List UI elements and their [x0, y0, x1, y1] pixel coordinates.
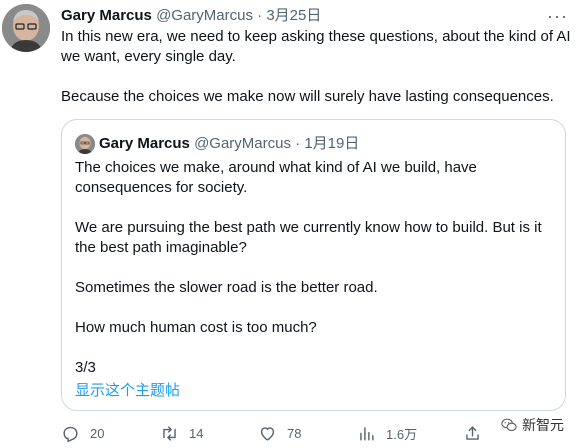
quoted-paragraph: Sometimes the slower road is the better … — [75, 279, 378, 296]
quoted-avatar — [75, 134, 95, 154]
watermark: 新智元 — [500, 415, 564, 435]
share-button[interactable] — [463, 424, 492, 443]
wechat-logo-icon — [501, 418, 517, 432]
quoted-tweet[interactable]: Gary Marcus @GaryMarcus · 1月19日 The choi… — [61, 119, 566, 411]
quoted-author-handle: @GaryMarcus — [194, 135, 291, 152]
more-options-icon[interactable]: ··· — [547, 6, 568, 27]
views-button[interactable]: 1.6万 — [357, 424, 417, 443]
author-name[interactable]: Gary Marcus — [61, 7, 152, 24]
separator-dot: · — [295, 135, 301, 152]
retweet-button[interactable]: 14 — [160, 424, 203, 443]
tweet-paragraph: In this new era, we need to keep asking … — [61, 28, 571, 65]
tweet-paragraph: Because the choices we make now will sur… — [61, 88, 554, 105]
quoted-paragraph: 3/3 — [75, 359, 96, 376]
like-count: 78 — [287, 426, 302, 441]
separator-dot: · — [257, 7, 263, 24]
like-button[interactable]: 78 — [258, 424, 301, 443]
quoted-paragraph: The choices we make, around what kind of… — [75, 159, 477, 196]
action-bar: 20 14 78 1.6万 — [0, 424, 584, 446]
tweet-text: In this new era, we need to keep asking … — [61, 27, 576, 107]
retweet-count: 14 — [189, 426, 204, 441]
retweet-icon — [163, 426, 176, 441]
quoted-date: 1月19日 — [304, 135, 360, 152]
views-icon — [360, 427, 374, 441]
tweet-date[interactable]: 3月25日 — [266, 7, 321, 24]
reply-count: 20 — [90, 426, 105, 441]
reply-icon — [63, 426, 78, 443]
quoted-author-name: Gary Marcus — [99, 135, 190, 152]
tweet-header: Gary Marcus @GaryMarcus · 3月25日 — [61, 7, 321, 25]
quoted-paragraph: We are pursuing the best path we current… — [75, 219, 542, 256]
watermark-text: 新智元 — [522, 417, 564, 433]
author-handle[interactable]: @GaryMarcus — [156, 7, 253, 24]
quoted-paragraph: How much human cost is too much? — [75, 319, 317, 336]
share-icon — [466, 426, 479, 440]
reply-button[interactable]: 20 — [61, 424, 104, 443]
views-count: 1.6万 — [386, 427, 418, 442]
quoted-header: Gary Marcus @GaryMarcus · 1月19日 — [99, 135, 359, 153]
quoted-text: The choices we make, around what kind of… — [75, 158, 555, 378]
heart-icon — [260, 427, 275, 441]
avatar[interactable] — [2, 4, 50, 52]
show-thread-link[interactable]: 显示这个主题帖 — [75, 379, 180, 400]
